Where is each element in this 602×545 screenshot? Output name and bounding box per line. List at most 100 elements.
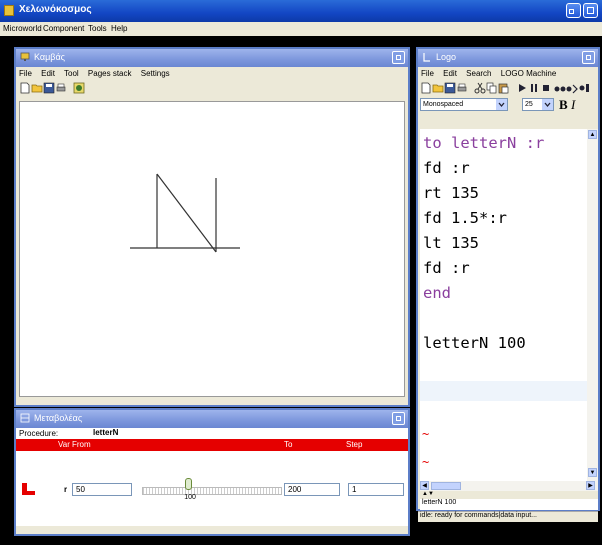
menu-tools[interactable]: Tools <box>88 24 107 33</box>
app-icon <box>4 5 14 16</box>
vertical-scrollbar[interactable]: ▲ ▼ <box>587 129 598 481</box>
desktop: Καμβάς File Edit Tool Pages stack Settin… <box>0 36 602 545</box>
print-icon[interactable] <box>55 82 67 94</box>
find-next-icon[interactable] <box>566 82 578 94</box>
restore-icon <box>569 9 574 14</box>
find-icon[interactable] <box>554 82 566 94</box>
maximize-icon <box>396 55 401 60</box>
header-from: From <box>72 440 91 449</box>
replace-icon[interactable] <box>578 82 590 94</box>
canvas-maximize-button[interactable] <box>392 51 405 64</box>
step-input[interactable]: 1 <box>348 483 404 496</box>
menu-settings[interactable]: Settings <box>141 69 170 78</box>
procedure-name[interactable]: letterN <box>93 428 118 437</box>
app-title: Χελωνόκοσμος <box>19 4 92 15</box>
to-input[interactable]: 200 <box>284 483 340 496</box>
code-line: to letterN :r <box>423 134 545 152</box>
menu-help[interactable]: Help <box>111 24 127 33</box>
font-family-select[interactable]: Monospaced <box>420 98 508 111</box>
bold-button[interactable]: B <box>559 97 568 113</box>
canvas-window: Καμβάς File Edit Tool Pages stack Settin… <box>14 47 410 407</box>
slider-maximize-button[interactable] <box>392 412 405 425</box>
print-icon[interactable] <box>456 82 468 94</box>
logo-menu: File Edit Search LOGO Machine <box>418 67 598 80</box>
run-icon[interactable] <box>516 82 528 94</box>
from-input[interactable]: 50 <box>72 483 132 496</box>
paste-icon[interactable] <box>498 82 510 94</box>
letter-n-diagonal-stroke <box>156 173 217 253</box>
canvas-window-icon <box>20 52 30 61</box>
code-line: fd :r <box>423 259 470 277</box>
logo-toolbar <box>418 80 598 96</box>
code-line: rt 135 <box>423 184 479 202</box>
menu-search[interactable]: Search <box>466 69 491 78</box>
chevron-right-icon[interactable]: ▶ <box>586 481 595 490</box>
logo-window-titlebar[interactable]: Logo <box>418 49 598 67</box>
menu-file[interactable]: File <box>421 69 434 78</box>
chevron-down-icon <box>496 99 507 110</box>
code-line: end <box>423 284 451 302</box>
pause-icon[interactable] <box>528 82 540 94</box>
red-l-marker-foot <box>22 491 35 495</box>
chevron-up-icon[interactable]: ▲ <box>588 130 597 139</box>
horizontal-scroll-thumb[interactable] <box>431 482 461 490</box>
menu-file[interactable]: File <box>19 69 32 78</box>
horizontal-scrollbar[interactable]: ◀ ▶ <box>420 481 598 491</box>
maximize-icon <box>587 7 594 14</box>
save-icon[interactable] <box>444 82 456 94</box>
command-input[interactable]: letterN 100 <box>420 499 598 510</box>
maximize-icon <box>396 416 401 421</box>
menu-edit[interactable]: Edit <box>41 69 55 78</box>
menu-tool[interactable]: Tool <box>64 69 79 78</box>
new-icon[interactable] <box>420 82 432 94</box>
maximize-button[interactable] <box>583 3 598 18</box>
slider-header-row: Var From To Step <box>16 439 408 451</box>
font-size-select[interactable]: 25 <box>522 98 554 111</box>
logo-window-icon <box>423 53 430 62</box>
slider-value: 100 <box>184 494 196 501</box>
expand-arrows-icon[interactable]: ▲▼ <box>422 491 434 497</box>
turtle-tool-icon[interactable] <box>73 82 85 94</box>
slider-window-titlebar[interactable]: Μεταβολέας <box>16 410 408 428</box>
menu-logo-machine[interactable]: LOGO Machine <box>501 69 557 78</box>
restore-button[interactable] <box>566 3 581 18</box>
code-editor[interactable]: to letterN :r fd :r rt 135 fd 1.5*:r lt … <box>420 129 587 407</box>
logo-maximize-button[interactable] <box>582 51 595 64</box>
turtle-canvas[interactable] <box>19 101 405 397</box>
slider-window-title: Μεταβολέας <box>34 413 83 423</box>
slider-track[interactable] <box>142 487 282 495</box>
app-titlebar: Χελωνόκοσμος <box>0 0 602 22</box>
chevron-down-icon <box>542 99 553 110</box>
open-icon[interactable] <box>432 82 444 94</box>
chevron-down-icon[interactable]: ▼ <box>588 468 597 477</box>
save-icon[interactable] <box>43 82 55 94</box>
editor-lower-area[interactable]: ~ ~ <box>420 401 587 481</box>
procedure-label: Procedure: <box>19 429 59 438</box>
open-icon[interactable] <box>31 82 43 94</box>
cut-icon[interactable] <box>474 82 486 94</box>
stop-icon[interactable] <box>540 82 552 94</box>
italic-button[interactable]: I <box>571 97 575 113</box>
new-icon[interactable] <box>19 82 31 94</box>
header-var: Var <box>58 440 70 449</box>
menu-microworld[interactable]: Microworld <box>3 24 42 33</box>
canvas-menu: File Edit Tool Pages stack Settings <box>16 67 408 80</box>
font-size-value: 25 <box>525 101 533 108</box>
error-mark: ~ <box>422 427 430 441</box>
header-to: To <box>284 440 293 449</box>
menu-edit[interactable]: Edit <box>443 69 457 78</box>
code-line: fd 1.5*:r <box>423 209 507 227</box>
app-menubar: Microworld Component Tools Help <box>0 22 602 36</box>
canvas-window-titlebar[interactable]: Καμβάς <box>16 49 408 67</box>
code-line: fd :r <box>423 159 470 177</box>
procedure-row: Procedure: letterN <box>16 428 408 439</box>
copy-icon[interactable] <box>486 82 498 94</box>
variable-name: r <box>64 485 68 494</box>
canvas-toolbar <box>16 80 408 98</box>
code-line: letterN 100 <box>423 334 526 352</box>
slider-thumb[interactable] <box>185 478 193 490</box>
chevron-left-icon[interactable]: ◀ <box>420 481 429 490</box>
logo-window: Logo File Edit Search LOGO Machine Monos… <box>416 47 600 522</box>
menu-pages-stack[interactable]: Pages stack <box>88 69 132 78</box>
menu-component[interactable]: Component <box>43 24 84 33</box>
